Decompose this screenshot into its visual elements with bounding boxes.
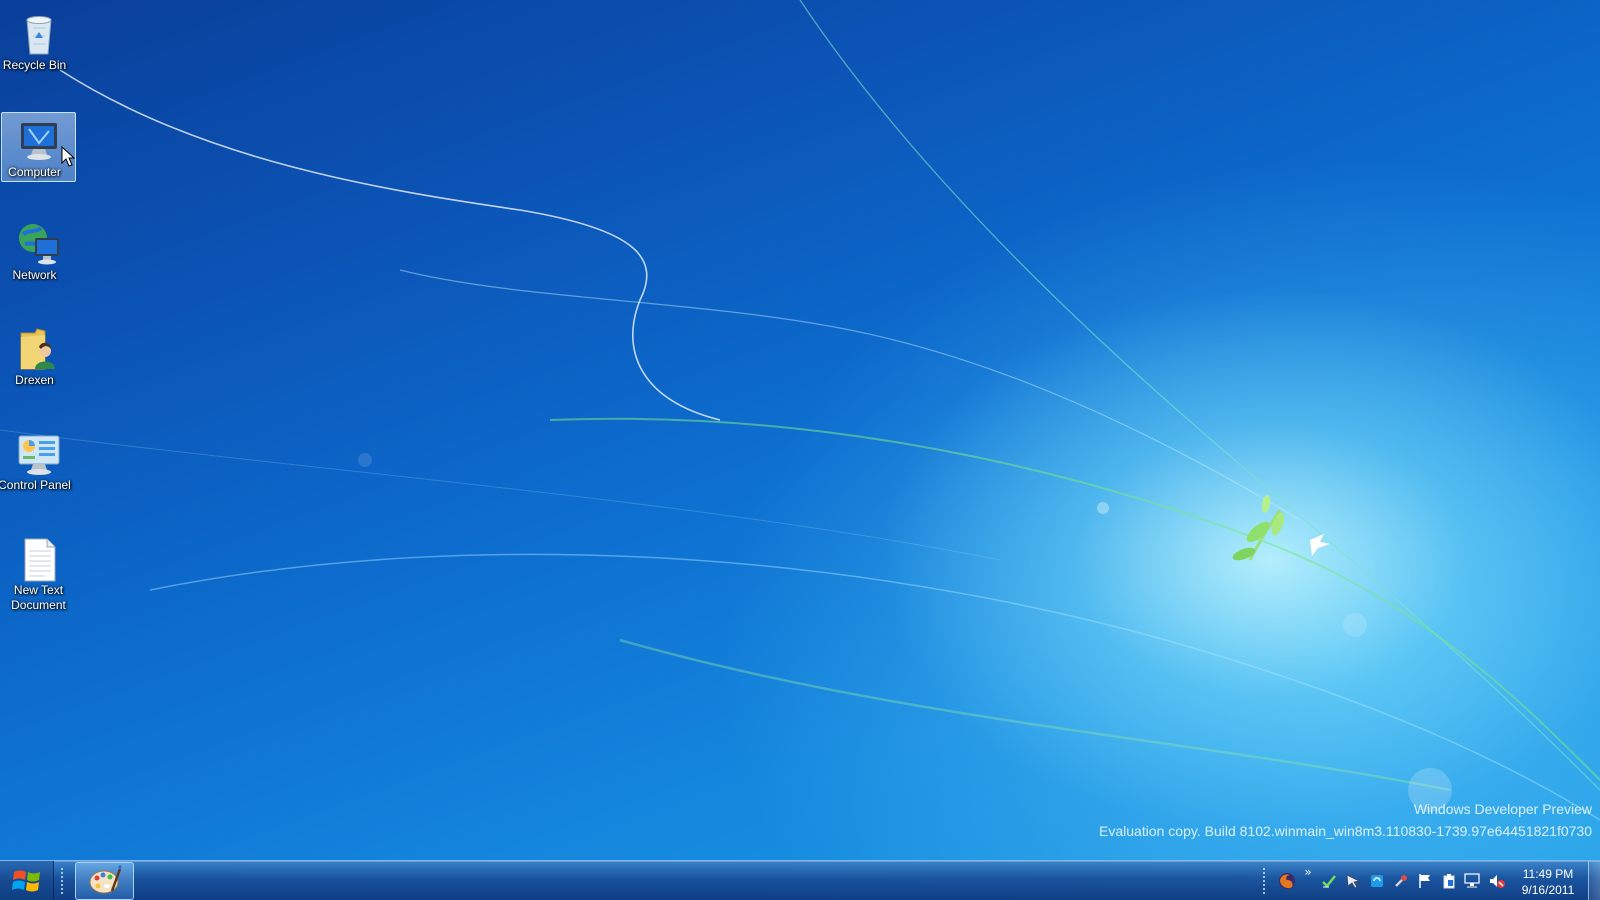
volume-muted-icon[interactable] bbox=[1485, 861, 1509, 900]
firefox-icon[interactable] bbox=[1275, 861, 1299, 900]
recycle-bin-icon bbox=[25, 16, 52, 55]
mouse-pointer-icon bbox=[61, 146, 75, 167]
watermark-title: Windows Developer Preview bbox=[1413, 801, 1592, 817]
desktop-icon-label: New Text Document bbox=[11, 583, 66, 612]
computer-icon bbox=[20, 123, 57, 160]
desktop-icon-label: Recycle Bin bbox=[2, 58, 67, 72]
action-center-flag-icon[interactable] bbox=[1413, 861, 1437, 900]
clipboard-icon[interactable] bbox=[1437, 861, 1461, 900]
taskbar-paint-button[interactable] bbox=[75, 862, 134, 900]
desktop-icon-drexen[interactable]: Drexen bbox=[1, 320, 76, 390]
desktop[interactable]: Recycle Bin Computer Network Drexen Cont… bbox=[0, 0, 1600, 900]
control-panel-icon bbox=[18, 435, 59, 475]
text-document-icon bbox=[24, 538, 55, 582]
desktop-icon-control-panel[interactable]: Control Panel bbox=[0, 425, 76, 495]
pointer-icon[interactable] bbox=[1341, 861, 1365, 900]
wallpaper-art bbox=[0, 0, 1600, 821]
windows-logo-icon bbox=[11, 870, 40, 891]
show-desktop-button[interactable] bbox=[1588, 861, 1600, 900]
show-hidden-icons-button[interactable]: » bbox=[1299, 861, 1317, 900]
sync-icon[interactable] bbox=[1365, 861, 1389, 900]
desktop-icon-label: Drexen bbox=[15, 373, 54, 387]
desktop-icon-recycle-bin[interactable]: Recycle Bin bbox=[1, 5, 76, 75]
tools-icon[interactable] bbox=[1389, 861, 1413, 900]
taskbar-grip[interactable] bbox=[60, 867, 64, 895]
clock-date: 9/16/2011 bbox=[1521, 883, 1575, 897]
evaluation-watermark: Windows Developer Preview Evaluation cop… bbox=[1099, 798, 1592, 842]
taskbar: » 11:49 PM 9/16/2011 bbox=[0, 860, 1600, 900]
checkmark-icon[interactable] bbox=[1317, 861, 1341, 900]
taskbar-grip[interactable] bbox=[1262, 867, 1266, 895]
start-button[interactable] bbox=[0, 861, 54, 900]
desktop-icon-label: Network bbox=[12, 268, 57, 282]
desktop-icon-new-text-document[interactable]: New Text Document bbox=[1, 530, 76, 620]
clock-time: 11:49 PM bbox=[1522, 867, 1574, 881]
desktop-icon-label: Control Panel bbox=[0, 478, 71, 492]
notification-area: » bbox=[1275, 861, 1509, 900]
user-folder-icon bbox=[20, 328, 55, 370]
system-clock[interactable]: 11:49 PM 9/16/2011 bbox=[1508, 866, 1588, 898]
network-icon bbox=[18, 224, 59, 265]
desktop-icon-network[interactable]: Network bbox=[1, 215, 76, 285]
paint-palette-icon bbox=[89, 865, 122, 894]
network-monitor-icon[interactable] bbox=[1461, 861, 1485, 900]
watermark-build: Evaluation copy. Build 8102.winmain_win8… bbox=[1099, 823, 1592, 839]
